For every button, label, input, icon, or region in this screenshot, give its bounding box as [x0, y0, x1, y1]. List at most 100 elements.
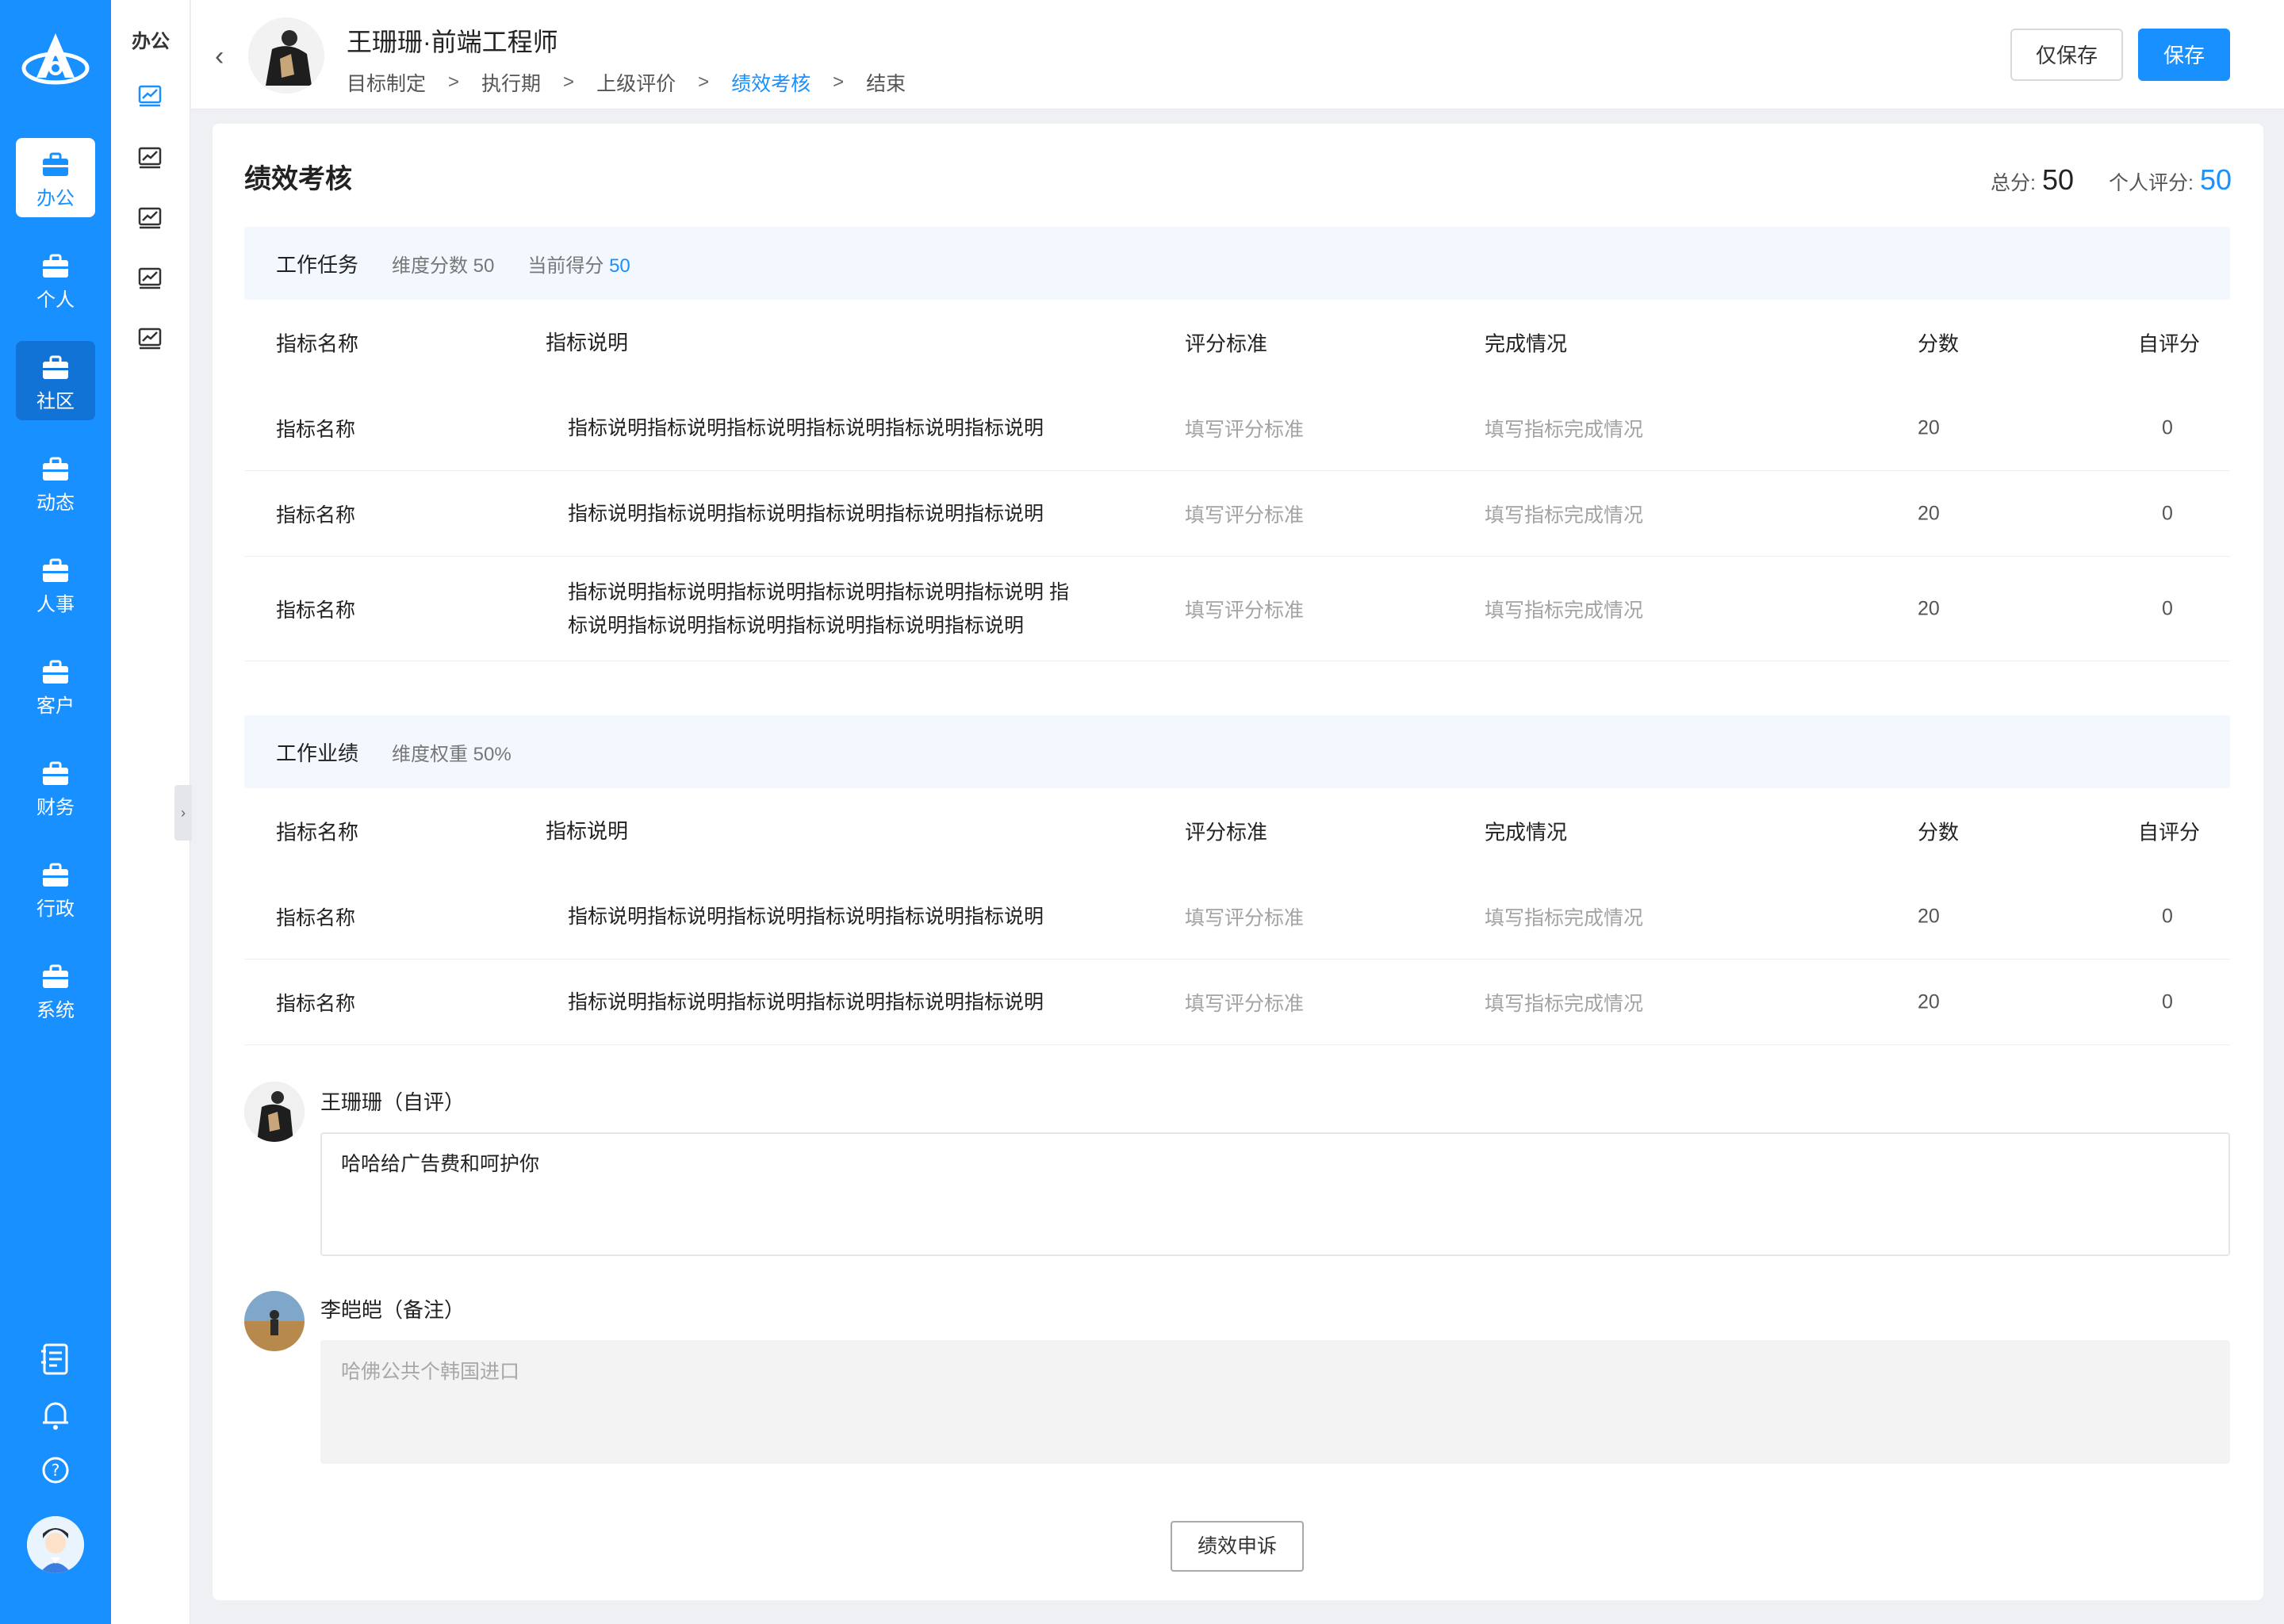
employee-avatar [248, 17, 324, 94]
current-score: 当前得分 50 [527, 250, 630, 278]
briefcase-icon [43, 254, 68, 278]
user-avatar[interactable] [27, 1516, 84, 1573]
completion-field[interactable]: 填写指标完成情况 [1485, 988, 1643, 1017]
row-desc: 指标说明指标说明指标说明指标说明指标说明指标说明 [568, 905, 1044, 928]
completion-field[interactable]: 填写指标完成情况 [1485, 902, 1643, 931]
standard-field[interactable]: 填写评分标准 [1185, 500, 1304, 528]
person-photo-icon [244, 1082, 305, 1142]
col-score: 分数 [1918, 331, 1960, 356]
rail-item-hr[interactable]: 人事 [16, 544, 95, 623]
row-name: 指标名称 [276, 906, 356, 929]
person-photo-icon [244, 1291, 305, 1351]
notebook-icon[interactable] [35, 1339, 76, 1380]
rail-label: 个人 [36, 289, 75, 311]
row-score: 20 [1918, 597, 1940, 619]
completion-field[interactable]: 填写指标完成情况 [1485, 414, 1643, 442]
table-row: 指标名称 指标说明指标说明指标说明指标说明指标说明指标说明 填写评分标准 填写指… [244, 385, 2230, 471]
col-standard: 评分标准 [1185, 331, 1268, 356]
help-icon[interactable]: ? [35, 1450, 76, 1491]
briefcase-icon [43, 660, 68, 684]
commenter-name: 王珊珊（自评） [320, 1090, 466, 1114]
section-header-tasks: 工作任务 维度分数 50 当前得分 50 [244, 227, 2230, 300]
step-end[interactable]: 结束 [866, 68, 906, 97]
self-score-field[interactable]: 0 [2162, 502, 2173, 525]
subnav-title: 办公 [132, 31, 170, 52]
rail-item-personal[interactable]: 个人 [16, 239, 95, 319]
step-performance-review[interactable]: 绩效考核 [731, 68, 811, 97]
self-score-field[interactable]: 0 [2162, 990, 2173, 1013]
rail-label: 动态 [36, 492, 75, 514]
total-score-label: 总分: [1991, 172, 2036, 194]
rail-item-dynamic[interactable]: 动态 [16, 442, 95, 522]
chart-icon[interactable] [136, 265, 163, 292]
current-score-label: 当前得分 [527, 255, 604, 277]
save-button[interactable]: 保存 [2138, 29, 2230, 81]
row-score: 20 [1918, 905, 1940, 927]
step-execution[interactable]: 执行期 [481, 68, 541, 97]
briefcase-icon [43, 964, 68, 988]
rail-label: 人事 [36, 594, 75, 615]
table-row: 指标名称 指标说明指标说明指标说明指标说明指标说明指标说明 填写评分标准 填写指… [244, 874, 2230, 959]
svg-text:?: ? [52, 1461, 60, 1480]
section-name: 工作任务 [276, 252, 359, 277]
row-score: 20 [1918, 502, 1940, 524]
rail-item-customer[interactable]: 客户 [16, 645, 95, 725]
col-desc: 指标说明 [546, 819, 629, 843]
col-name: 指标名称 [276, 820, 359, 845]
row-score: 20 [1918, 990, 1940, 1013]
self-score-field[interactable]: 0 [2162, 905, 2173, 928]
rail-item-system[interactable]: 系统 [16, 950, 95, 1029]
standard-field[interactable]: 填写评分标准 [1185, 595, 1304, 623]
section-header-performance: 工作业绩 维度权重 50% [244, 715, 2230, 788]
rail-label: 系统 [36, 1000, 75, 1021]
standard-field[interactable]: 填写评分标准 [1185, 414, 1304, 442]
standard-field[interactable]: 填写评分标准 [1185, 902, 1304, 931]
rail-item-finance[interactable]: 财务 [16, 747, 95, 826]
standard-field[interactable]: 填写评分标准 [1185, 988, 1304, 1017]
briefcase-icon [43, 761, 68, 785]
chart-icon[interactable] [136, 325, 163, 352]
col-completion: 完成情况 [1485, 820, 1568, 845]
rail-item-admin[interactable]: 行政 [16, 848, 95, 928]
rail-item-office[interactable]: 办公 [16, 138, 95, 217]
appeal-button[interactable]: 绩效申诉 [1171, 1521, 1304, 1572]
self-review-textarea[interactable]: 哈哈给广告费和呵护你 [320, 1132, 2230, 1256]
chart-icon[interactable] [136, 205, 163, 232]
self-score-field[interactable]: 0 [2162, 597, 2173, 620]
save-only-button[interactable]: 仅保存 [2010, 29, 2123, 81]
completion-field[interactable]: 填写指标完成情况 [1485, 500, 1643, 528]
section-name: 工作业绩 [276, 741, 359, 765]
step-superior-review[interactable]: 上级评价 [596, 68, 676, 97]
page-title: 王珊珊·前端工程师 [347, 28, 558, 56]
rail-label: 办公 [36, 188, 75, 209]
rail-label: 社区 [36, 391, 75, 412]
chevron-right-icon: › [181, 805, 186, 821]
col-standard: 评分标准 [1185, 820, 1268, 845]
rail-item-community[interactable]: 社区 [16, 341, 95, 420]
row-desc: 指标说明指标说明指标说明指标说明指标说明指标说明 指标说明指标说明指标说明指标说… [568, 580, 1069, 637]
table-row: 指标名称 指标说明指标说明指标说明指标说明指标说明指标说明 填写评分标准 填写指… [244, 959, 2230, 1045]
remark-textarea: 哈佛公共个韩国进口 [320, 1340, 2230, 1464]
col-self-score: 自评分 [2138, 331, 2201, 356]
person-photo-icon [248, 17, 324, 94]
bell-icon[interactable] [35, 1394, 76, 1435]
dimension-weight: 维度权重 50% [392, 743, 512, 765]
collapse-toggle[interactable]: › [174, 785, 192, 841]
col-completion: 完成情况 [1485, 331, 1568, 356]
step-goal-setting[interactable]: 目标制定 [347, 68, 426, 97]
completion-field[interactable]: 填写指标完成情况 [1485, 595, 1643, 623]
chart-icon[interactable] [136, 144, 163, 171]
back-icon[interactable]: ‹ [215, 41, 224, 72]
row-desc: 指标说明指标说明指标说明指标说明指标说明指标说明 [568, 502, 1044, 525]
rail-label: 客户 [36, 695, 75, 717]
row-name: 指标名称 [276, 418, 356, 441]
table-header: 指标名称 指标说明 评分标准 完成情况 分数 自评分 [244, 300, 2230, 385]
col-self-score: 自评分 [2138, 820, 2201, 845]
page-header: ‹ 王珊珊·前端工程师 目标制定 > 执行期 > 上级评价 > 绩效考核 > 结… [191, 0, 2284, 109]
chart-icon[interactable] [136, 82, 163, 109]
review-card: 绩效考核 总分: 50 个人评分: 50 工作任务 维度分数 50 当前得分 5… [213, 124, 2263, 1600]
total-score-value: 50 [2041, 163, 2074, 196]
self-score-field[interactable]: 0 [2162, 416, 2173, 439]
briefcase-icon [43, 863, 68, 887]
table-row: 指标名称 指标说明指标说明指标说明指标说明指标说明指标说明 填写评分标准 填写指… [244, 471, 2230, 557]
